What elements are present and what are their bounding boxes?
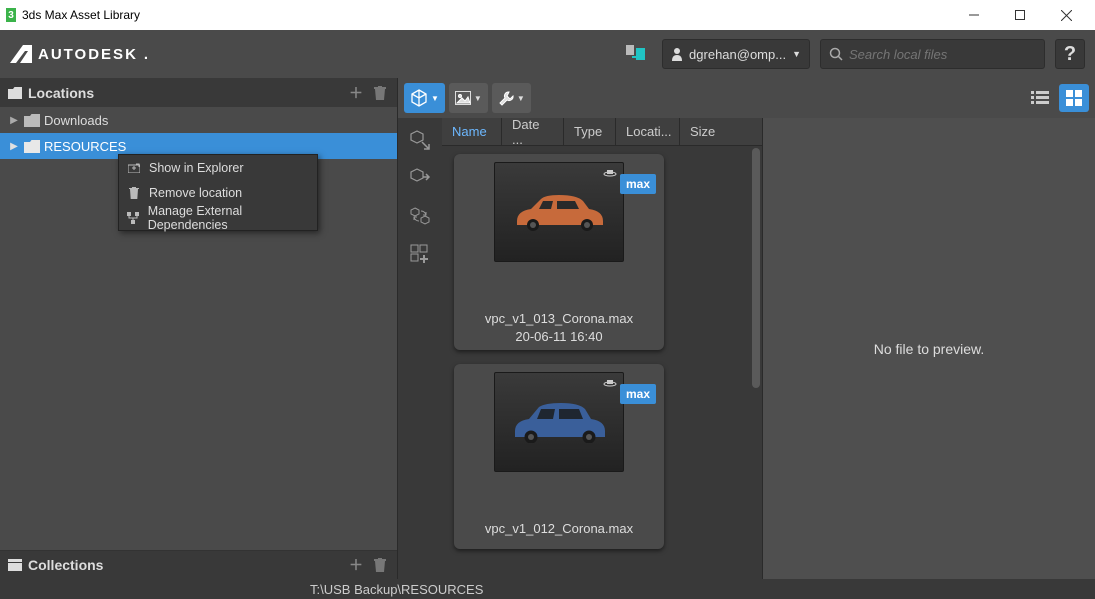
cube-icon (410, 89, 428, 107)
app-icon: 3 (6, 8, 16, 22)
search-icon (829, 47, 843, 61)
menu-item-label: Show in Explorer (149, 161, 244, 175)
locations-panel-header: Locations ＋ (0, 78, 397, 107)
tree-node-downloads[interactable]: ▶ Downloads (0, 107, 397, 133)
wrench-icon (498, 90, 514, 106)
menu-show-in-explorer[interactable]: Show in Explorer (119, 155, 317, 180)
column-location[interactable]: Locati... (616, 118, 680, 145)
image-icon (455, 91, 471, 105)
locations-title: Locations (28, 85, 94, 101)
scrollbar[interactable] (752, 148, 760, 388)
add-location-button[interactable]: ＋ (347, 84, 365, 102)
asset-name: vpc_v1_013_Corona.max (458, 310, 660, 328)
rail-add-button[interactable] (408, 242, 432, 266)
collections-panel-header: Collections ＋ (0, 550, 397, 579)
column-headers: Name Date ... Type Locati... Size (442, 118, 762, 146)
status-path: T:\USB Backup\RESOURCES (310, 582, 483, 597)
preview-panel: No file to preview. (762, 118, 1095, 579)
dependencies-icon (127, 211, 140, 225)
collections-icon (8, 559, 22, 571)
folder-icon (24, 139, 40, 153)
filter-3d-button[interactable]: ▼ (404, 83, 445, 113)
window-maximize-button[interactable] (997, 0, 1043, 30)
layout-toggle-button[interactable] (620, 39, 652, 69)
rail-xref-button[interactable] (408, 166, 432, 190)
menu-remove-location[interactable]: Remove location (119, 180, 317, 205)
rail-replace-button[interactable] (408, 204, 432, 228)
grid-view-button[interactable] (1059, 84, 1089, 112)
user-label: dgrehan@omp... (689, 47, 786, 62)
window-title: 3ds Max Asset Library (22, 8, 140, 22)
window-minimize-button[interactable] (951, 0, 997, 30)
expand-arrow-icon: ▶ (8, 115, 20, 126)
list-view-button[interactable] (1025, 84, 1055, 112)
asset-thumbnail (494, 372, 624, 472)
rail-merge-button[interactable] (408, 128, 432, 152)
collections-title: Collections (28, 557, 103, 573)
explorer-icon (127, 161, 141, 175)
add-collection-button[interactable]: ＋ (347, 556, 365, 574)
tree-node-label: RESOURCES (44, 139, 126, 154)
delete-collection-button[interactable] (371, 556, 389, 574)
user-icon (671, 47, 683, 61)
content-toolbar: ▼ ▼ ▼ (398, 78, 1095, 118)
menu-item-label: Manage External Dependencies (148, 204, 309, 232)
asset-card[interactable]: max vpc_v1_012_Corona.max (454, 364, 664, 548)
trash-icon (127, 186, 141, 200)
folder-icon (8, 87, 22, 99)
help-button[interactable]: ? (1055, 39, 1085, 69)
chevron-down-icon: ▼ (474, 94, 482, 103)
window-close-button[interactable] (1043, 0, 1089, 30)
files-area: Name Date ... Type Locati... Size (442, 118, 762, 579)
sidebar: Locations ＋ ▶ Downloads ▶ RESOURCES (0, 78, 397, 579)
files-list[interactable]: max vpc_v1_013_Corona.max 20-06-11 16:40 (442, 146, 762, 579)
column-size[interactable]: Size (680, 118, 762, 145)
expand-arrow-icon: ▶ (8, 141, 20, 152)
filetype-badge: max (620, 384, 656, 404)
chevron-down-icon: ▼ (517, 94, 525, 103)
chevron-down-icon: ▼ (431, 94, 439, 103)
brand-text: AUTODESK (38, 46, 138, 63)
autodesk-logo: AUTODESK. (10, 45, 150, 63)
asset-thumbnail (494, 162, 624, 262)
window-titlebar: 3 3ds Max Asset Library (0, 0, 1095, 30)
filter-image-button[interactable]: ▼ (449, 83, 488, 113)
camera-icon (603, 167, 617, 177)
column-name[interactable]: Name (442, 118, 502, 145)
tree-node-label: Downloads (44, 113, 108, 128)
asset-date: 20-06-11 16:40 (458, 328, 660, 346)
chevron-down-icon: ▼ (792, 49, 801, 59)
menu-item-label: Remove location (149, 186, 242, 200)
list-icon (1031, 91, 1049, 105)
car-icon (509, 401, 609, 443)
delete-location-button[interactable] (371, 84, 389, 102)
camera-icon (603, 377, 617, 387)
asset-name: vpc_v1_012_Corona.max (458, 520, 660, 538)
asset-card[interactable]: max vpc_v1_013_Corona.max 20-06-11 16:40 (454, 154, 664, 350)
search-input[interactable] (849, 47, 1036, 62)
tools-button[interactable]: ▼ (492, 83, 531, 113)
folder-icon (24, 113, 40, 127)
user-account-dropdown[interactable]: dgrehan@omp... ▼ (662, 39, 810, 69)
column-date[interactable]: Date ... (502, 118, 564, 145)
grid-icon (1066, 90, 1082, 106)
header-bar: AUTODESK. dgrehan@omp... ▼ ? (0, 30, 1095, 78)
filetype-badge: max (620, 174, 656, 194)
column-type[interactable]: Type (564, 118, 616, 145)
status-bar: T:\USB Backup\RESOURCES (0, 579, 1095, 599)
action-rail (398, 118, 442, 579)
menu-manage-external-deps[interactable]: Manage External Dependencies (119, 205, 317, 230)
content-area: ▼ ▼ ▼ (397, 78, 1095, 579)
context-menu: Show in Explorer Remove location Manage … (118, 154, 318, 231)
car-icon (509, 191, 609, 233)
autodesk-logo-icon (10, 45, 32, 63)
preview-empty-text: No file to preview. (874, 341, 985, 357)
search-box[interactable] (820, 39, 1045, 69)
